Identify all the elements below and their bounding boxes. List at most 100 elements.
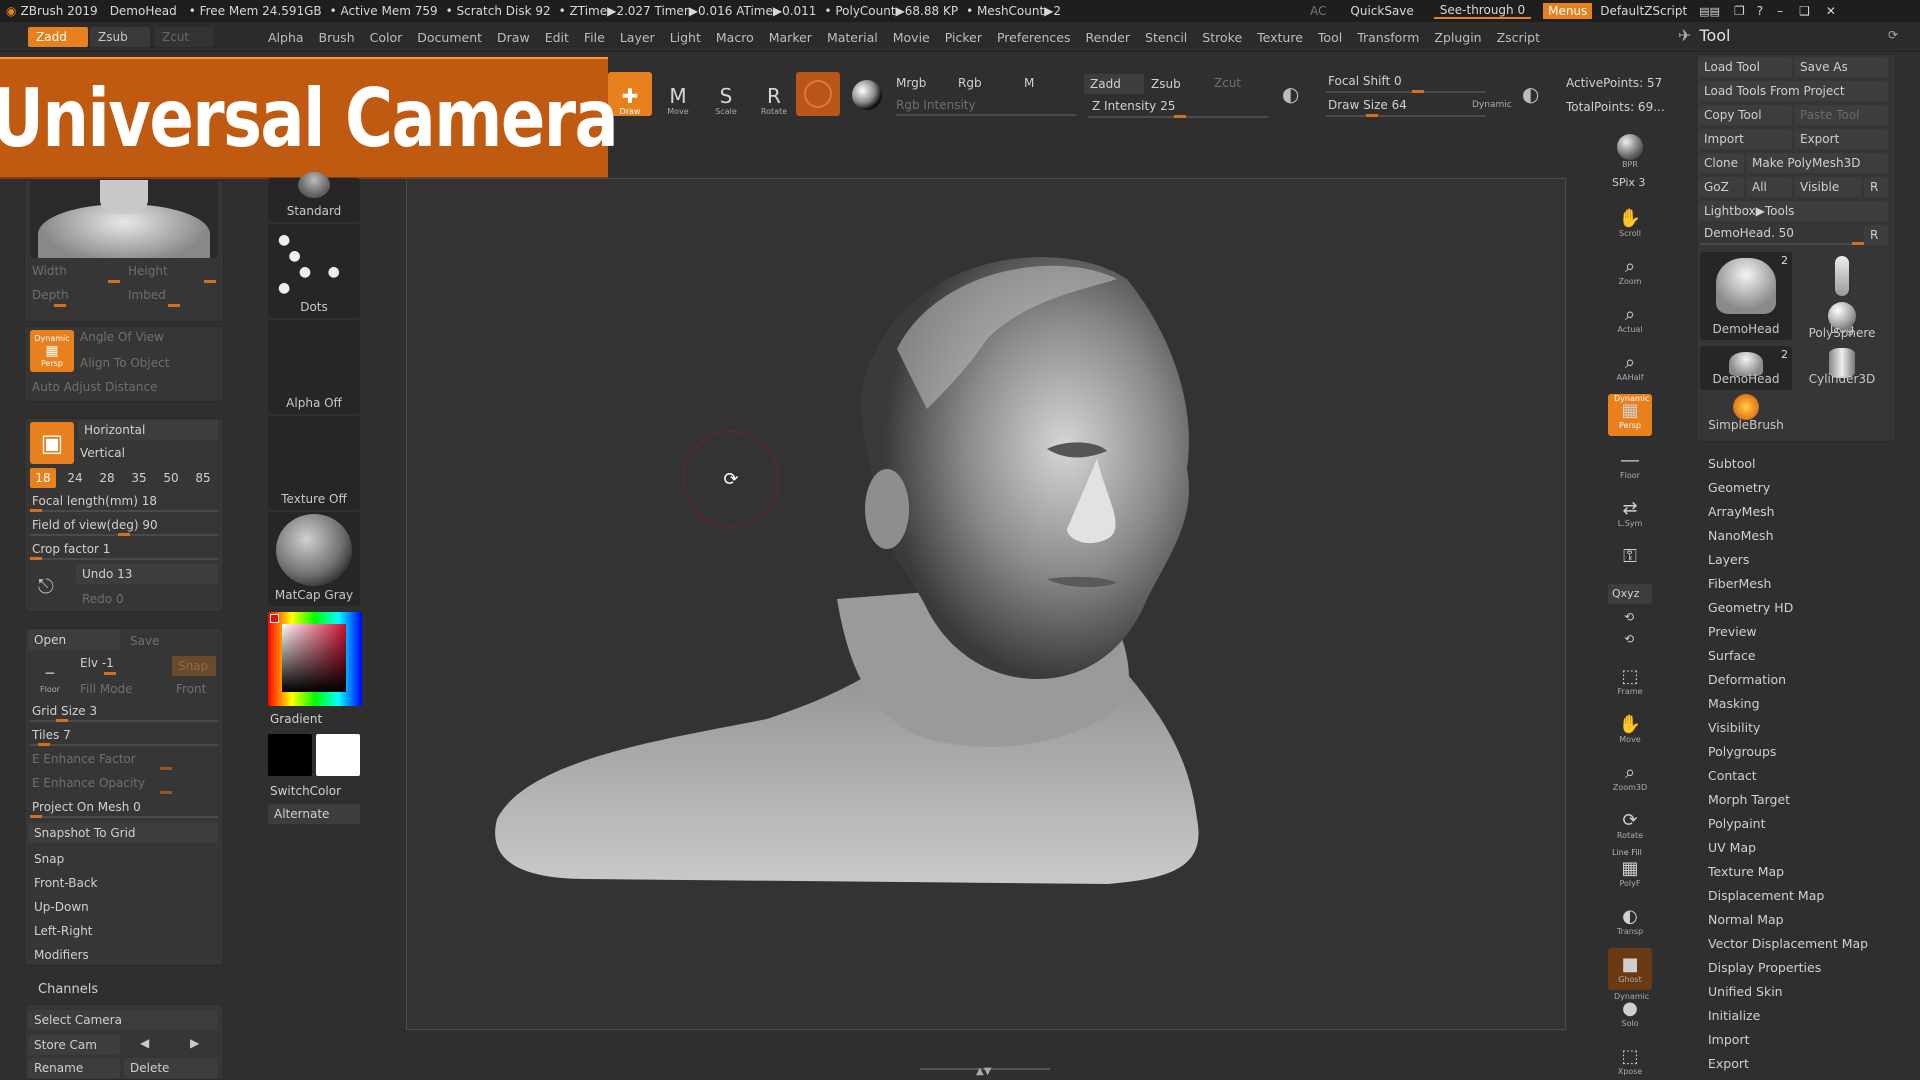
- subpalette-texture-map[interactable]: Texture Map: [1708, 864, 1784, 879]
- select-camera-button[interactable]: Select Camera: [28, 1010, 218, 1030]
- export-button[interactable]: Export: [1794, 129, 1888, 149]
- snap-small-button[interactable]: Snap: [172, 656, 216, 676]
- rotate-view-button[interactable]: ⟳ Rotate: [1608, 804, 1652, 846]
- subpalette-display-properties[interactable]: Display Properties: [1708, 960, 1821, 975]
- menu-layer[interactable]: Layer: [620, 30, 655, 45]
- menus-toggle[interactable]: Menus: [1543, 3, 1593, 19]
- minimize-icon[interactable]: –: [1777, 4, 1783, 18]
- seethrough-slider[interactable]: See-through 0: [1433, 3, 1532, 19]
- rgb-button[interactable]: Rgb: [958, 76, 982, 90]
- m-button[interactable]: M: [1024, 76, 1034, 90]
- tool-thumb-cylinder3d[interactable]: Cylinder3D: [1796, 346, 1888, 390]
- store-cam-button[interactable]: Store Cam: [28, 1035, 120, 1055]
- tool-thumb-simplebrush[interactable]: SimpleBrush: [1700, 392, 1792, 436]
- standard-brush-thumb[interactable]: Standard: [268, 172, 360, 222]
- focal-length-slider[interactable]: Focal length(mm) 18: [32, 494, 157, 508]
- auto-adjust-distance-button[interactable]: Auto Adjust Distance: [32, 380, 157, 394]
- menu-marker[interactable]: Marker: [769, 30, 812, 45]
- subpalette-masking[interactable]: Masking: [1708, 696, 1760, 711]
- fill-mode-button[interactable]: Fill Mode: [80, 682, 133, 696]
- grid-size-slider[interactable]: Grid Size 3: [32, 704, 97, 718]
- bottom-tray-arrow-icon[interactable]: ▲▼: [976, 1066, 991, 1077]
- up-down-menu[interactable]: Up-Down: [34, 900, 89, 914]
- menu-preferences[interactable]: Preferences: [997, 30, 1071, 45]
- tiles-slider[interactable]: Tiles 7: [32, 728, 71, 742]
- frame-button[interactable]: ⬚ Frame: [1608, 660, 1652, 702]
- mrgb-button[interactable]: Mrgb: [896, 76, 926, 90]
- subpalette-normal-map[interactable]: Normal Map: [1708, 912, 1784, 927]
- quicksave-button[interactable]: QuickSave: [1350, 4, 1413, 18]
- snap-menu[interactable]: Snap: [34, 852, 64, 866]
- subpalette-geometry-hd[interactable]: Geometry HD: [1708, 600, 1793, 615]
- make-polymesh-button[interactable]: Make PolyMesh3D: [1746, 153, 1888, 173]
- ac-label[interactable]: AC: [1310, 4, 1326, 18]
- subpalette-preview[interactable]: Preview: [1708, 624, 1757, 639]
- subpalette-geometry[interactable]: Geometry: [1708, 480, 1770, 495]
- menu-zplugin[interactable]: Zplugin: [1434, 30, 1481, 45]
- project-on-mesh-slider[interactable]: Project On Mesh 0: [32, 800, 141, 814]
- zsub-button[interactable]: Zsub: [1151, 77, 1181, 91]
- menu-draw[interactable]: Draw: [497, 30, 530, 45]
- subpalette-subtool[interactable]: Subtool: [1708, 456, 1755, 471]
- scale-tool-button[interactable]: S Scale: [704, 72, 748, 116]
- menu-tool[interactable]: Tool: [1318, 30, 1342, 45]
- subpalette-surface[interactable]: Surface: [1708, 648, 1756, 663]
- alpha-off-thumb[interactable]: Alpha Off: [268, 320, 360, 414]
- demohead-model[interactable]: [407, 179, 1566, 1030]
- close-icon[interactable]: ✕: [1826, 4, 1836, 18]
- floor-button[interactable]: ― Floor: [1608, 444, 1652, 486]
- subpalette-layers[interactable]: Layers: [1708, 552, 1749, 567]
- d-icon[interactable]: ◐: [1522, 82, 1539, 106]
- switch-color-button[interactable]: SwitchColor: [270, 784, 341, 798]
- pin-icon[interactable]: ✈: [1678, 26, 1691, 45]
- lightbox-tools-button[interactable]: Lightbox▶Tools: [1698, 201, 1888, 221]
- z-rotate-icon[interactable]: ⟲: [1624, 632, 1634, 646]
- menu-movie[interactable]: Movie: [893, 30, 930, 45]
- layout-icon[interactable]: ▤▤: [1699, 5, 1720, 18]
- modifiers-menu[interactable]: Modifiers: [34, 948, 89, 962]
- menu-stencil[interactable]: Stencil: [1145, 30, 1187, 45]
- menu-macro[interactable]: Macro: [716, 30, 754, 45]
- draw-size-slider[interactable]: Draw Size 64: [1328, 98, 1407, 112]
- subpalette-import[interactable]: Import: [1708, 1032, 1750, 1047]
- prev-camera-icon[interactable]: ◀: [140, 1036, 149, 1050]
- sphere-material-icon[interactable]: [852, 80, 882, 110]
- z-intensity-slider[interactable]: Z Intensity 25: [1092, 99, 1175, 113]
- zsub-mode-button[interactable]: Zsub: [90, 27, 150, 47]
- menu-edit[interactable]: Edit: [545, 30, 569, 45]
- subpalette-initialize[interactable]: Initialize: [1708, 1008, 1760, 1023]
- visible-button[interactable]: Visible: [1794, 177, 1862, 197]
- tool-thumbnail[interactable]: [30, 180, 218, 258]
- front-back-menu[interactable]: Front-Back: [34, 876, 97, 890]
- paste-tool-button[interactable]: Paste Tool: [1794, 105, 1888, 125]
- tool-panel-refresh-icon[interactable]: ⟳: [1888, 28, 1898, 42]
- angle-of-view-button[interactable]: Angle Of View: [80, 330, 164, 344]
- polyf-button[interactable]: ▦ PolyF: [1608, 852, 1652, 894]
- menu-color[interactable]: Color: [370, 30, 403, 45]
- fov-slider[interactable]: Field of view(deg) 90: [32, 518, 158, 532]
- e-enhance-opacity-slider[interactable]: E Enhance Opacity: [32, 776, 145, 790]
- rgb-intensity-slider[interactable]: Rgb Intensity: [896, 98, 976, 112]
- dots-stroke-thumb[interactable]: ● ● ● ● ● Dots: [268, 224, 360, 318]
- subpalette-polypaint[interactable]: Polypaint: [1708, 816, 1766, 831]
- menu-picker[interactable]: Picker: [945, 30, 982, 45]
- canvas-viewport[interactable]: ⟳: [406, 178, 1566, 1030]
- depth-label[interactable]: Depth: [32, 288, 69, 302]
- undo-button[interactable]: Undo 13: [76, 564, 218, 584]
- default-zscript-button[interactable]: DefaultZScript: [1600, 4, 1687, 18]
- scroll-button[interactable]: ✋ Scroll: [1608, 202, 1652, 244]
- subpalette-export[interactable]: Export: [1708, 1056, 1749, 1071]
- focal-preset-35[interactable]: 35: [126, 468, 152, 488]
- main-color-swatch[interactable]: [268, 734, 312, 776]
- actual-button[interactable]: ⌕ Actual: [1608, 298, 1652, 340]
- e-enhance-factor-slider[interactable]: E Enhance Factor: [32, 752, 136, 766]
- lsym-button[interactable]: ⇄ L.Sym: [1608, 492, 1652, 534]
- matcap-gray-thumb[interactable]: MatCap Gray: [268, 512, 360, 606]
- menu-material[interactable]: Material: [827, 30, 878, 45]
- color-picker[interactable]: [268, 612, 362, 706]
- dynamic-button[interactable]: Dynamic: [1472, 100, 1512, 110]
- subpalette-arraymesh[interactable]: ArrayMesh: [1708, 504, 1775, 519]
- load-tools-from-project-button[interactable]: Load Tools From Project: [1698, 81, 1888, 101]
- xyz-rotate-button[interactable]: Qxyz: [1608, 584, 1652, 604]
- horizontal-button[interactable]: Horizontal: [78, 420, 218, 440]
